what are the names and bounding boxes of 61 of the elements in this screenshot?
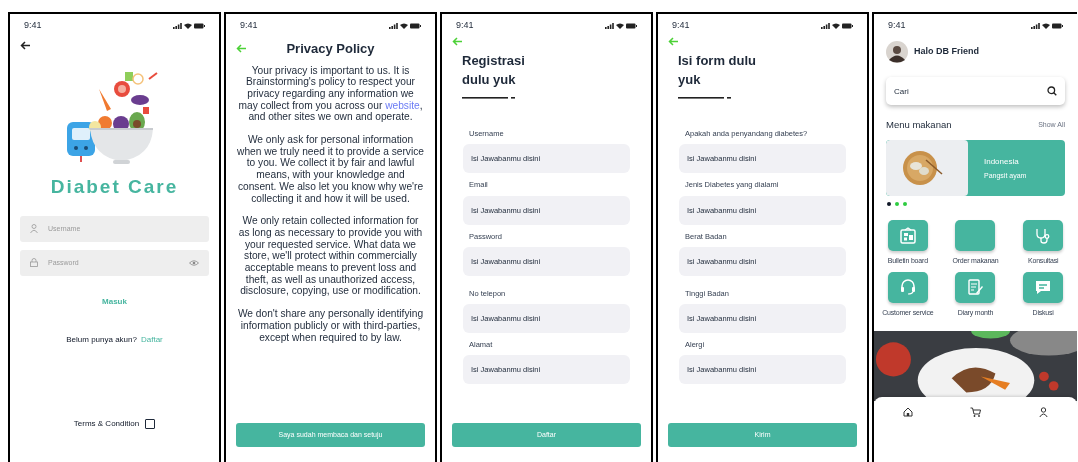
page-title: yuk bbox=[678, 71, 702, 89]
page-title: dulu yuk bbox=[462, 71, 517, 89]
policy-paragraph: Your privacy is important to us. It is Brainstorming's policy to respect your privacy regarding any information we may collect from you across our website, and other sites we own and operate. bbox=[237, 64, 424, 123]
chat-bubble-icon bbox=[1034, 278, 1053, 297]
progress-dash bbox=[678, 97, 732, 100]
wifi-icon bbox=[616, 23, 624, 29]
menu-tile[interactable] bbox=[1023, 271, 1064, 303]
cart-icon[interactable] bbox=[970, 407, 982, 418]
menu-tile[interactable] bbox=[887, 220, 928, 252]
wifi-icon bbox=[1042, 23, 1050, 29]
wifi-icon bbox=[400, 23, 408, 29]
wifi-icon bbox=[184, 23, 192, 29]
home-icon[interactable] bbox=[902, 407, 913, 418]
search-icon[interactable] bbox=[1047, 86, 1057, 96]
terms-label: Terms & Condition bbox=[73, 417, 140, 430]
signal-icon bbox=[389, 23, 398, 29]
signup-prompt: Belum punya akun? bbox=[66, 333, 137, 346]
eye-icon[interactable] bbox=[189, 259, 199, 266]
battery-icon bbox=[410, 23, 421, 29]
search-field[interactable]: Cari bbox=[886, 77, 1065, 105]
back-arrow-icon[interactable] bbox=[20, 41, 31, 50]
headset-icon bbox=[898, 278, 917, 297]
page-title: Privacy Policy bbox=[285, 40, 376, 58]
menu-tile[interactable] bbox=[887, 271, 928, 303]
signal-icon bbox=[1031, 23, 1040, 29]
wifi-icon bbox=[832, 23, 840, 29]
signup-link[interactable]: Daftar bbox=[140, 333, 163, 346]
status-time: 9:41 bbox=[240, 19, 258, 33]
battery-icon bbox=[1052, 23, 1063, 29]
user-icon bbox=[30, 223, 38, 233]
bulletin-board-icon bbox=[898, 226, 917, 245]
profile-icon[interactable] bbox=[1039, 407, 1049, 418]
greeting: Halo DB Friend bbox=[914, 45, 979, 59]
policy-paragraph: We don't share any personally identifying information publicly or with third-parties, except when required to by law. bbox=[237, 308, 424, 344]
app-title: Diabet Care bbox=[49, 175, 180, 199]
signal-icon bbox=[173, 23, 182, 29]
battery-icon bbox=[194, 23, 205, 29]
signal-icon bbox=[821, 23, 830, 29]
battery-icon bbox=[626, 23, 637, 29]
lock-icon bbox=[30, 257, 38, 267]
terms-checkbox[interactable] bbox=[145, 418, 156, 429]
website-link[interactable]: website bbox=[385, 99, 420, 111]
section-title: Menu makanan bbox=[886, 118, 952, 132]
status-time: 9:41 bbox=[456, 19, 474, 33]
status-time: 9:41 bbox=[672, 19, 690, 33]
status-time: 9:41 bbox=[24, 19, 42, 33]
menu-tile[interactable] bbox=[1023, 220, 1064, 252]
login-button[interactable]: Masuk bbox=[102, 295, 127, 308]
menu-tile[interactable] bbox=[955, 220, 996, 252]
policy-paragraph: We only retain collected information for as long as necessary to provide you with your requested service. What data we store, we'll protect within commercially acceptable means to prevent loss and theft, as well as unauthorized access, disclosure, copying, use or modification. bbox=[237, 215, 424, 298]
page-title: Registrasi bbox=[462, 52, 526, 70]
menu-tile[interactable] bbox=[955, 271, 996, 303]
signal-icon bbox=[605, 23, 614, 29]
page-title: Isi form dulu bbox=[678, 52, 757, 70]
notepad-pencil-icon bbox=[966, 278, 985, 297]
avatar-icon bbox=[886, 41, 908, 63]
progress-dash bbox=[462, 97, 516, 100]
status-time: 9:41 bbox=[888, 19, 906, 33]
banner-title: Indonesia bbox=[984, 155, 1020, 168]
battery-icon bbox=[842, 23, 853, 29]
policy-paragraph: We only ask for personal information when we truly need it to provide a service to you. We collect it by fair and lawful means, with your knowledge and consent. We also let you know why we're collecting it and how it will be used. bbox=[237, 134, 424, 205]
